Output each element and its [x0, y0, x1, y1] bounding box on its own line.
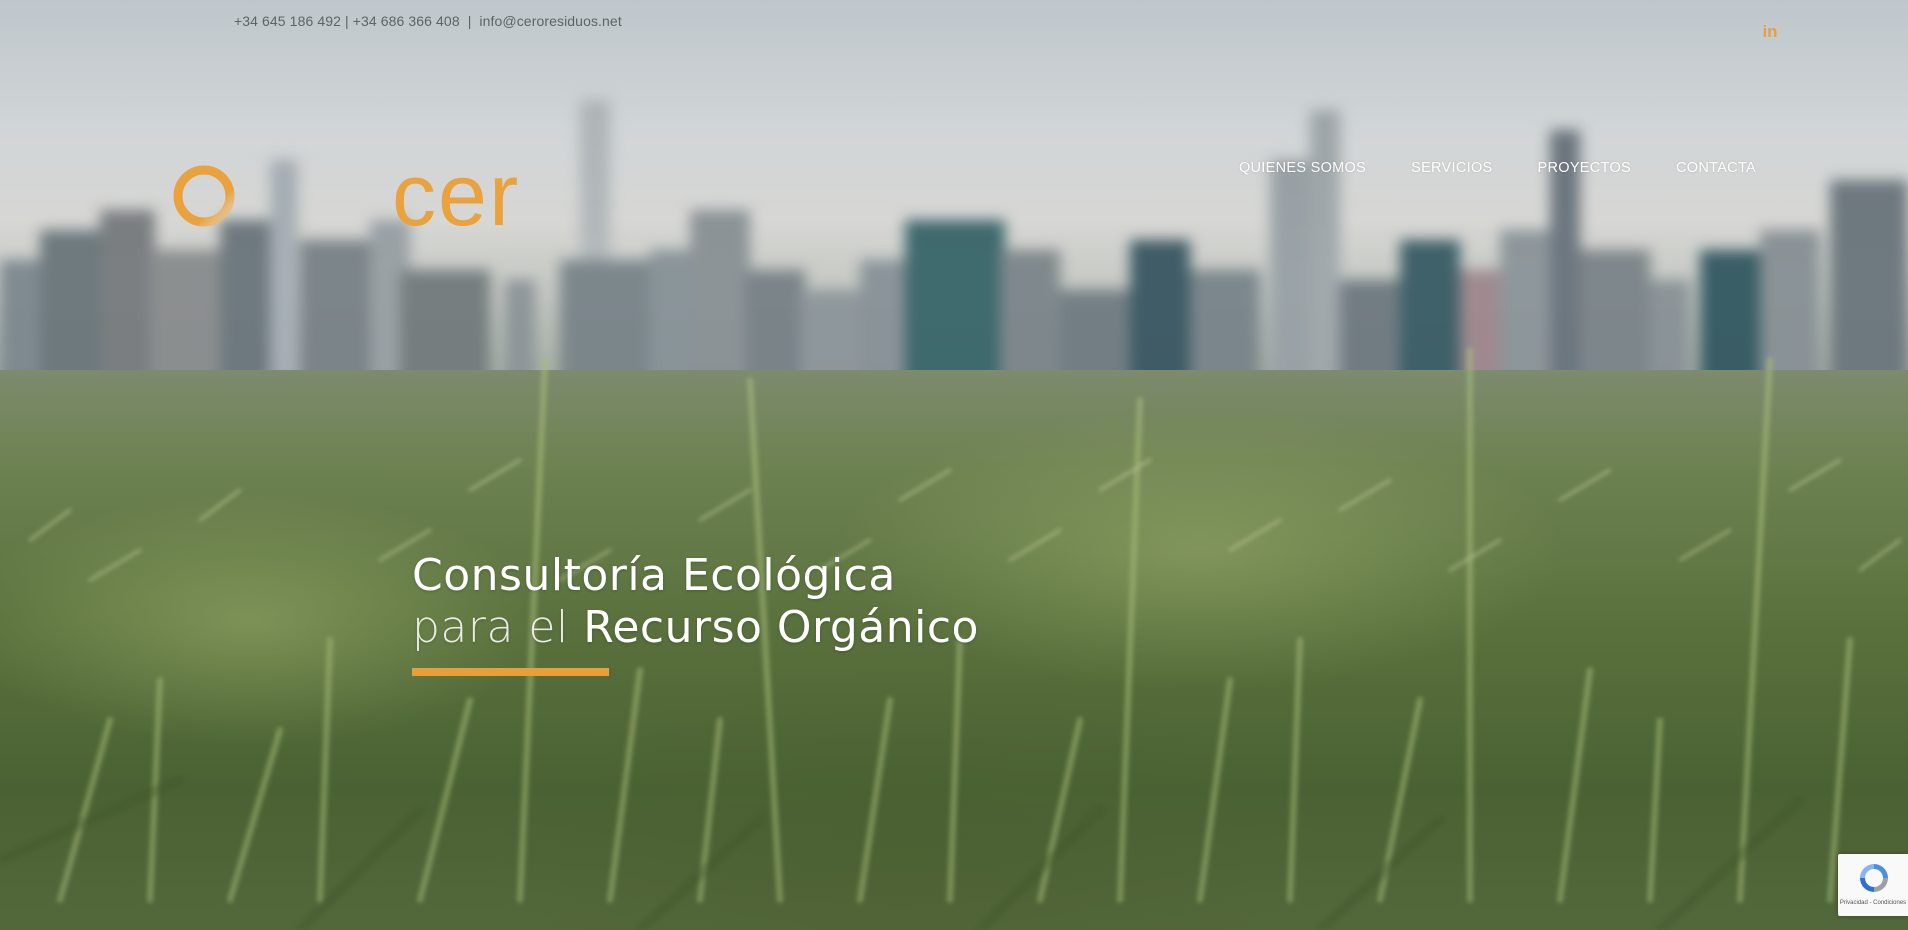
recaptcha-footer[interactable]: Privacidad - Condiciones [1838, 900, 1908, 906]
hero-title-light: para el [412, 602, 569, 653]
contact-phones: +34 645 186 492 | +34 686 366 408 [234, 13, 460, 29]
background-shade [0, 0, 1908, 930]
hero-title-bold: Recurso Orgánico [583, 602, 979, 653]
logo-o-mark [173, 165, 235, 227]
topbar-contact: +34 645 186 492 | +34 686 366 408 | info… [234, 13, 622, 29]
logo[interactable]: cer [392, 150, 632, 240]
recaptcha-badge[interactable]: Privacidad - Condiciones [1838, 854, 1908, 916]
hero: Consultoría Ecológica para el Recurso Or… [412, 550, 979, 676]
page: +34 645 186 492 | +34 686 366 408 | info… [0, 0, 1908, 930]
logo-text: cer [392, 145, 521, 244]
nav-item-proyectos[interactable]: PROYECTOS [1538, 160, 1631, 176]
nav-item-quienes-somos[interactable]: QUIENES SOMOS [1239, 160, 1366, 176]
hero-title-line1: Consultoría Ecológica [412, 550, 896, 601]
nav-item-contacta[interactable]: CONTACTA [1676, 160, 1756, 176]
contact-separator [460, 13, 468, 29]
hero-title-line2: para el Recurso Orgánico [412, 602, 979, 654]
recaptcha-icon [1860, 864, 1888, 892]
nav-item-servicios[interactable]: SERVICIOS [1411, 160, 1492, 176]
main-nav: QUIENES SOMOS SERVICIOS PROYECTOS CONTAC… [1239, 160, 1756, 176]
contact-email-link[interactable]: info@ceroresiduos.net [479, 13, 621, 29]
hero-accent-bar [412, 668, 609, 676]
linkedin-icon[interactable]: in [1760, 22, 1780, 42]
